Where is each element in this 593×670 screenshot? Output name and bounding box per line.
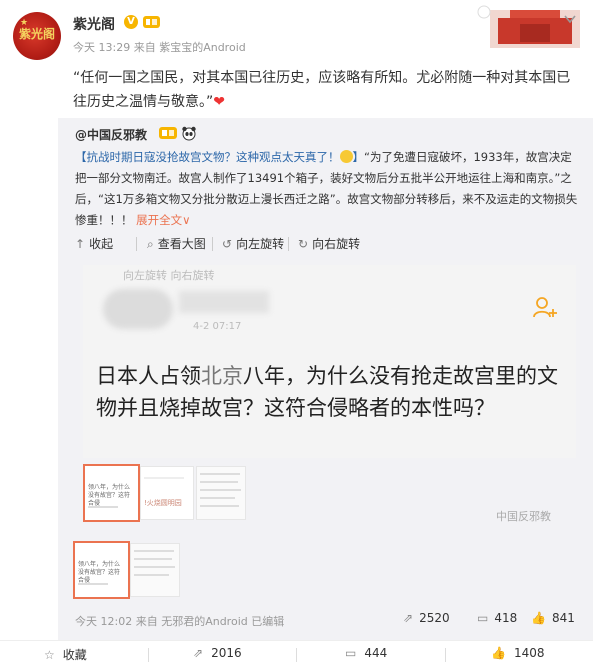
divider [296,648,297,662]
divider [445,648,446,662]
search-icon: ⌕ [147,237,154,251]
rotate-left-label: 向左旋转 [236,237,285,251]
image-thumbnail[interactable] [196,466,246,520]
chevron-down-icon[interactable] [563,12,577,26]
panda-icon [182,126,196,141]
thumbnail-line [144,477,184,479]
thumbs-up-icon: 👍 [491,646,506,660]
header-decoration-image [470,0,593,55]
add-friend-icon [533,297,557,318]
question-part-dim: 北京 [201,364,243,388]
verified-badge-icon: V [124,15,138,29]
collapse-button[interactable]: ↑ 收起 [75,235,113,252]
share-icon: ⇗ [403,611,414,625]
expand-label: 展开全文 [136,213,183,227]
post-from-label: 来自 [133,41,156,54]
favorite-button[interactable]: ☆ 收藏 [44,646,87,663]
ghost-toolbar-text: 向左旋转 向右旋转 [123,269,215,282]
blurred-username [179,291,269,313]
thumbnail-line [88,506,118,508]
like-button[interactable]: 👍 1408 [491,646,545,660]
collapse-arrow-icon: ↑ [75,237,86,251]
repost-source-link[interactable]: 无邪君的Android [161,615,248,628]
star-icon: ☆ [44,648,55,662]
vip-badge-icon [159,127,177,139]
emoji-icon [339,150,353,163]
avatar[interactable]: ★ 紫光阁 [13,12,61,60]
share-count: 2016 [211,646,242,660]
comment-button[interactable]: ▭ 444 [345,646,387,660]
thumbnail-line [200,497,235,499]
divider [288,237,289,251]
repost-like-count[interactable]: 👍 841 [531,611,575,625]
repost-text: 【抗战时期日寇没抢故宫文物？这种观点太天真了！ 】“为了免遭日寇破坏，1933年，… [75,147,580,231]
thumbnail-text: 领八年，为什么没有故宫？这符合侵 [78,561,121,584]
favorite-label: 收藏 [62,648,87,662]
rotate-right-icon: ↻ [298,237,309,251]
thumbnail-line [200,489,241,491]
comment-icon: ▭ [345,646,357,660]
rotate-left-button[interactable]: ↺ 向左旋转 [222,235,284,252]
comment-count: 418 [494,611,518,625]
thumbnail-line [134,550,174,552]
post-text: “任何一国之国民，对其本国已往历史，应该略有所知。尤必附随一种对其本国已往历史之… [73,66,573,114]
thumbnail-line [134,566,175,568]
repost-time[interactable]: 今天 12:02 [75,615,132,628]
thumbnail-line [200,473,240,475]
like-count: 841 [551,611,575,625]
divider [212,237,213,251]
image-watermark: 中国反邪教 [496,510,551,523]
rotate-left-icon: ↺ [222,237,233,251]
thumbnail-line [200,481,238,483]
edited-label: 已编辑 [251,615,285,628]
comment-icon: ▭ [477,611,489,625]
repost-author-link[interactable]: @中国反邪教 [75,126,147,143]
image-thumbnail[interactable] [130,543,180,597]
repost-share-count[interactable]: ⇗ 2520 [403,611,450,625]
expanded-image[interactable]: 向左旋转 向右旋转 4-2 07:17 日本人占领北京八年，为什么没有抢走故宫里… [83,265,576,458]
repost-from-label: 来自 [135,615,158,628]
rotate-right-label: 向右旋转 [312,237,361,251]
image-thumbnail[interactable]: 领八年，为什么没有故宫？这符合侵 [83,464,140,522]
like-count: 1408 [513,646,545,660]
thumbnail-line [134,574,169,576]
share-button[interactable]: ⇗ 2016 [193,646,242,660]
thumbnail-line [78,583,108,585]
divider [148,648,149,662]
post-meta: 今天 13:29 来自 紫宝宝的Android [73,39,246,55]
question-part-a: 日本人占领 [96,364,201,388]
avatar-calligraphy: 紫光阁 [19,27,56,41]
divider [136,237,137,251]
repost-meta: 今天 12:02 来自 无邪君的Android 已编辑 [75,613,284,629]
comment-count: 444 [364,646,388,660]
image-thumbnail[interactable]: !火烧圆明园 [140,466,194,520]
topic-link-end: 】 [352,150,365,164]
blurred-avatar [103,289,173,329]
post-time: 今天 13:29 [73,41,131,54]
image-thumbnail[interactable]: 领八年，为什么没有故宫？这符合侵 [73,541,130,599]
topic-link[interactable]: 【抗战时期日寇没抢故宫文物？这种观点太天真了！ 】 [75,150,364,164]
collapse-label: 收起 [89,237,114,251]
view-large-label: 查看大图 [157,237,206,251]
vip-badge-icon [143,16,160,28]
topic-link-text: 【抗战时期日寇没抢故宫文物？这种观点太天真了！ [75,150,340,164]
thumbnail-text: !火烧圆明园 [144,499,182,507]
post-text-content: “任何一国之国民，对其本国已往历史，应该略有所知。尤必附随一种对其本国已往历史之… [73,70,571,110]
expand-full-text-link[interactable]: 展开全文∨ [136,213,190,227]
blurred-date: 4-2 07:17 [193,321,242,332]
image-question-text: 日本人占领北京八年，为什么没有抢走故宫里的文物并且烧掉故宫？这符合侵略者的本性吗… [96,360,566,424]
thumbnail-line [134,558,172,560]
thumbnail-text: 领八年，为什么没有故宫？这符合侵 [88,484,131,507]
view-large-image-button[interactable]: ⌕ 查看大图 [147,235,206,252]
repost-comment-count[interactable]: ▭ 418 [477,611,517,625]
post-source-link[interactable]: 紫宝宝的Android [159,41,246,54]
thumbnail-line [200,505,239,507]
chevron-down-icon: ∨ [182,213,191,227]
rotate-right-button[interactable]: ↻ 向右旋转 [298,235,360,252]
post-author-name[interactable]: 紫光阁 [73,14,115,34]
thumbs-up-icon: 👍 [531,611,546,625]
heart-icon: ❤ [213,94,225,110]
share-count: 2520 [419,611,450,625]
share-icon: ⇗ [193,646,204,660]
